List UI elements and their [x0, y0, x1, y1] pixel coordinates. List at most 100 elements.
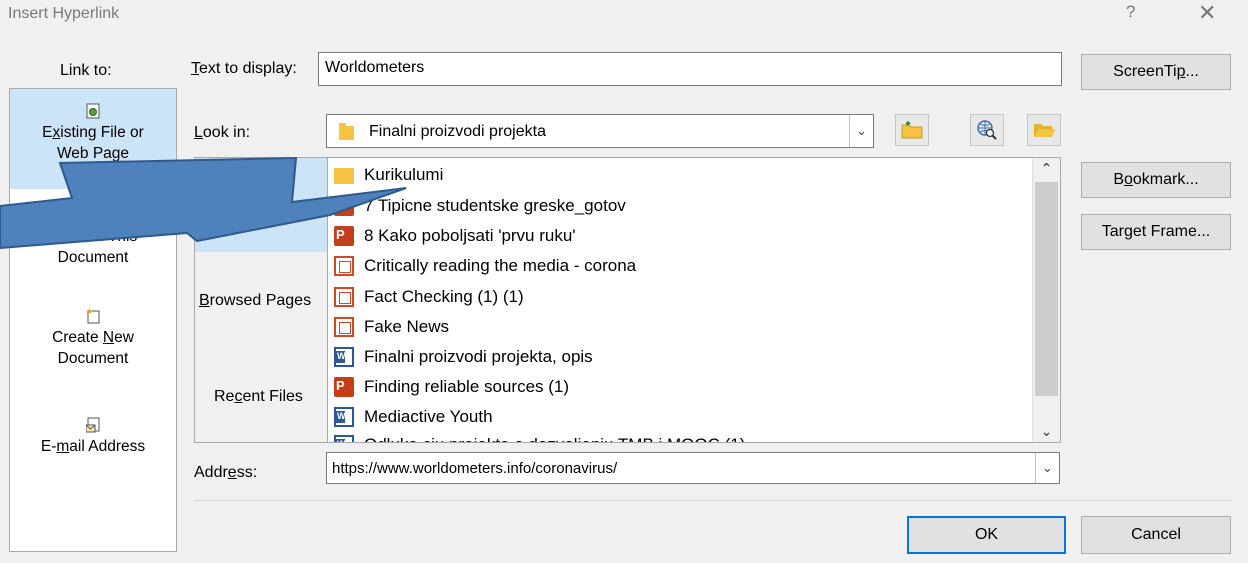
bookmark-label-a: B	[1113, 171, 1124, 188]
pdf-file-icon	[334, 256, 354, 276]
address-value: https://www.worldometers.info/coronaviru…	[332, 460, 618, 477]
divider	[194, 500, 1232, 501]
look-in-label: Look in:	[194, 124, 250, 142]
word-file-icon	[334, 347, 354, 367]
list-item[interactable]: 8 Kako poboljsati 'prvu ruku'	[334, 221, 576, 251]
create-new-label-b: N	[102, 329, 115, 346]
powerpoint-file-icon	[334, 377, 354, 397]
up-one-folder-button[interactable]	[895, 114, 929, 146]
screentip-label-b: p	[1176, 63, 1186, 80]
list-item[interactable]: 7 Tipicne studentske greske_gotov	[334, 191, 626, 221]
look-in-label-rest: ook in:	[202, 124, 251, 141]
file-name: 7 Tipicne studentske greske_gotov	[364, 196, 626, 215]
current-folder-nav[interactable]	[195, 158, 327, 252]
list-item[interactable]: Kurikulumi	[334, 160, 443, 190]
list-item[interactable]: Finding reliable sources (1)	[334, 372, 569, 402]
list-item[interactable]: Fake News	[334, 312, 449, 342]
existing-file-label-c: isting File or	[60, 124, 144, 141]
link-to-existing-file[interactable]: Existing File or Web Page	[10, 89, 176, 189]
screentip-button[interactable]: ScreenTip...	[1081, 54, 1231, 90]
scroll-down-icon[interactable]: ⌄	[1033, 423, 1060, 440]
up-folder-icon	[901, 121, 923, 139]
file-name: Fact Checking (1) (1)	[364, 287, 524, 306]
recent-label-a: Re	[214, 388, 235, 405]
scroll-up-icon[interactable]: ⌃	[1033, 160, 1060, 177]
look-in-value: Finalni proizvodi projekta	[369, 123, 546, 140]
file-name: Fake News	[364, 317, 450, 336]
list-item[interactable]: Odluka ciu projekta o dozvoljenju TMB i …	[334, 430, 745, 442]
target-label-a: Tar	[1101, 223, 1124, 240]
link-to-create-new-document[interactable]: Create New Document	[10, 304, 176, 390]
target-label-b: g	[1123, 223, 1133, 240]
list-item[interactable]: Mediactive Youth	[334, 402, 493, 432]
list-item[interactable]: Critically reading the media - corona	[334, 251, 636, 281]
browsed-label-c: rowsed Pages	[209, 292, 312, 309]
new-document-icon	[86, 308, 100, 324]
pdf-file-icon	[334, 317, 354, 337]
place-label-line2: Document	[57, 249, 129, 266]
email-label-a: E-	[40, 438, 57, 455]
look-in-combobox[interactable]: Finalni proizvodi projekta ⌄	[326, 114, 874, 148]
ok-button[interactable]: OK	[907, 516, 1066, 554]
chevron-down-icon[interactable]: ⌄	[849, 115, 873, 147]
target-frame-button[interactable]: Target Frame...	[1081, 214, 1231, 250]
existing-file-label-a: E	[42, 124, 53, 141]
close-icon[interactable]: ✕	[1198, 0, 1216, 26]
powerpoint-file-icon	[334, 196, 354, 216]
screentip-label-a: ScreenTi	[1113, 63, 1177, 80]
file-name: Critically reading the media - corona	[364, 256, 637, 275]
address-label-b: e	[227, 464, 237, 481]
file-name: Mediactive Youth	[364, 407, 493, 426]
link-to-panel: Existing File or Web Page Place in This …	[9, 88, 177, 552]
browse-web-icon	[977, 120, 997, 140]
address-combobox[interactable]: https://www.worldometers.info/coronaviru…	[326, 452, 1060, 484]
link-to-place-in-document[interactable]: Place in This Document	[10, 201, 176, 287]
browse-web-button[interactable]	[970, 114, 1004, 146]
place-label-b: a	[62, 228, 72, 245]
address-label: Address:	[194, 464, 257, 482]
create-new-label-a: Create	[52, 329, 103, 346]
file-name: 8 Kako poboljsati 'prvu ruku'	[364, 226, 576, 245]
existing-file-icon	[86, 103, 100, 119]
pdf-file-icon	[334, 287, 354, 307]
cancel-button[interactable]: Cancel	[1081, 516, 1231, 554]
recent-files-nav[interactable]: Recent Files	[214, 388, 303, 406]
link-to-email-address[interactable]: E-mail Address	[10, 417, 176, 477]
folder-icon	[339, 123, 354, 140]
help-icon[interactable]: ?	[1126, 2, 1135, 22]
create-new-label-c: ew	[114, 329, 134, 346]
word-file-icon	[334, 435, 354, 442]
bookmark-button[interactable]: Bookmark...	[1081, 162, 1231, 198]
target-label-c: et Frame...	[1132, 223, 1211, 240]
address-label-a: Addr	[194, 464, 228, 481]
list-item[interactable]: Finalni proizvodi projekta, opis	[334, 342, 593, 372]
file-name: Kurikulumi	[364, 165, 444, 184]
chevron-down-icon[interactable]: ⌄	[1035, 453, 1059, 483]
list-item[interactable]: Fact Checking (1) (1)	[334, 282, 524, 312]
place-label-c: ce in This	[71, 228, 138, 245]
text-to-display-label-u: T	[191, 60, 199, 77]
folder-icon	[334, 168, 354, 184]
dialog-title: Insert Hyperlink	[8, 5, 120, 22]
look-in-label-u: L	[194, 124, 203, 141]
create-new-label-line2: Document	[57, 350, 129, 367]
email-address-icon	[86, 417, 100, 433]
scrollbar-thumb[interactable]	[1035, 182, 1058, 396]
browse-file-button[interactable]	[1027, 114, 1061, 146]
text-to-display-input[interactable]: Worldometers	[318, 52, 1062, 86]
file-name: Odluka ciu projekta o dozvoljenju TMB i …	[364, 435, 745, 442]
open-folder-icon	[1034, 124, 1055, 137]
browsed-label-b: B	[199, 292, 210, 309]
bookmark-label-c: okmark...	[1132, 171, 1199, 188]
word-file-icon	[334, 407, 354, 427]
file-name: Finalni proizvodi projekta, opis	[364, 347, 593, 366]
bookmark-label-b: o	[1123, 171, 1133, 188]
place-in-document-icon	[86, 207, 100, 223]
email-label-b: m	[56, 438, 70, 455]
browsed-pages-nav[interactable]: Browsed Pages	[199, 292, 311, 310]
file-list[interactable]: Kurikulumi 7 Tipicne studentske greske_g…	[327, 157, 1061, 443]
link-to-label: Link to:	[60, 62, 112, 79]
recent-label-c: ent Files	[242, 388, 303, 405]
text-to-display-label-rest: ext to display:	[199, 60, 297, 77]
vertical-scrollbar[interactable]: ⌃ ⌄	[1032, 158, 1060, 442]
